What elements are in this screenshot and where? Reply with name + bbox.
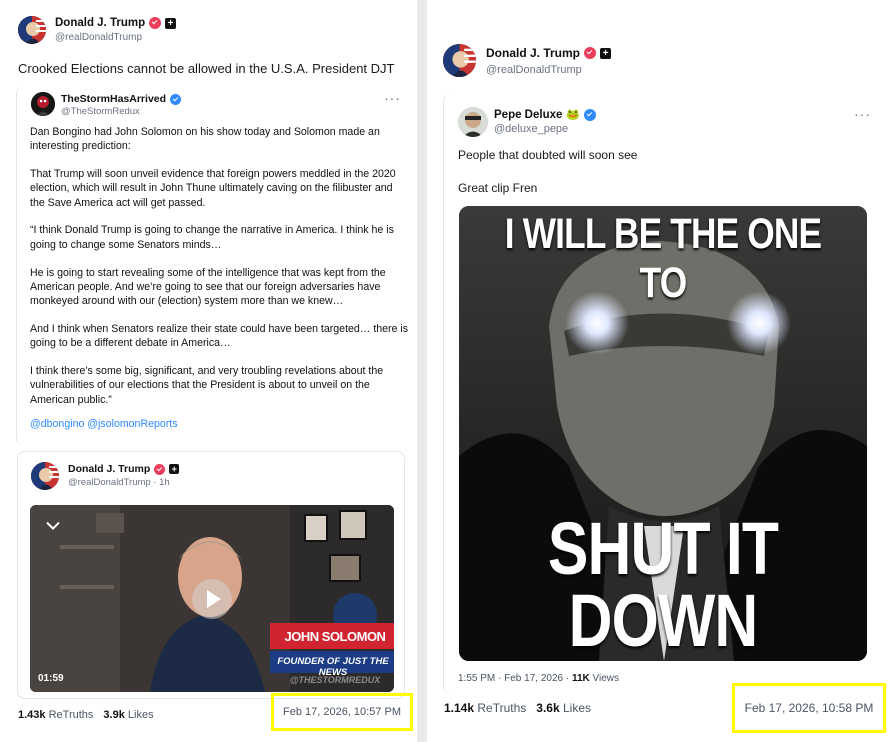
quoted-meta: 1:55 PM · Feb 17, 2026 · 11K Views (458, 673, 619, 684)
post-timestamp-highlighted[interactable]: Feb 17, 2026, 10:57 PM (271, 693, 413, 731)
embedded-author-handle: @realDonaldTrump · 1h (68, 477, 170, 488)
embedded-author-avatar[interactable] (31, 462, 59, 490)
quoted-author-name[interactable]: Pepe Deluxe (494, 109, 562, 121)
author-name[interactable]: Donald J. Trump (55, 17, 145, 29)
verified-badge-icon (154, 463, 166, 475)
quoted-paragraph: That Trump will soon unveil evidence tha… (30, 168, 396, 209)
quoted-author-handle: @TheStormRedux (61, 106, 140, 117)
retruths-label: ReTruths (48, 709, 94, 721)
quoted-author-avatar[interactable] (31, 92, 55, 116)
retruths-count: 1.14k (444, 701, 475, 715)
author-name[interactable]: Donald J. Trump (486, 46, 580, 60)
author-avatar[interactable] (443, 44, 476, 77)
likes-count: 3.9k (103, 709, 125, 721)
retruths-stat[interactable]: 1.43k ReTruths (18, 709, 93, 721)
plus-badge-icon: + (169, 464, 180, 474)
likes-stat[interactable]: 3.6k Likes (536, 701, 591, 715)
post-stats: 1.14k ReTruths 3.6k Likes (444, 701, 591, 715)
post-timestamp-highlighted[interactable]: Feb 17, 2026, 10:58 PM (732, 683, 886, 733)
verified-badge-icon (170, 93, 182, 105)
quoted-meta-views-label: Views (589, 673, 620, 684)
chevron-down-icon[interactable] (44, 519, 72, 539)
video-name-tag: JOHN SOLOMON (284, 629, 386, 644)
play-icon[interactable] (192, 579, 232, 619)
quoted-paragraph: He is going to start revealing some of t… (30, 266, 386, 308)
quoted-paragraph: Dan Bongino had John Solomon on his show… (30, 126, 380, 153)
quoted-author-avatar[interactable] (458, 107, 488, 137)
author-avatar[interactable] (18, 16, 46, 44)
post-stats: 1.43k ReTruths 3.9k Likes (18, 709, 154, 721)
retruths-stat[interactable]: 1.14k ReTruths (444, 701, 526, 715)
embedded-post-card[interactable]: Donald J. Trump + @realDonaldTrump · 1h (17, 451, 405, 699)
author-name-row: Donald J. Trump + (55, 17, 177, 29)
quoted-author-name[interactable]: TheStormHasArrived (61, 93, 166, 105)
embedded-author-name[interactable]: Donald J. Trump (68, 463, 150, 475)
retruths-label: ReTruths (477, 701, 527, 715)
frog-emoji-icon: 🐸 (566, 109, 581, 121)
quoted-paragraph: “I think Donald Trump is going to change… (30, 224, 394, 251)
verified-badge-icon (584, 47, 597, 59)
quoted-meta-time: 1:55 PM · Feb 17, 2026 · (458, 673, 572, 684)
verified-badge-icon (584, 108, 597, 121)
quoted-meta-views: 11K (571, 673, 590, 684)
video-watermark: @THESTORMREDUX (289, 675, 381, 685)
retruths-count: 1.43k (18, 709, 46, 721)
right-post-card: Donald J. Trump + @realDonaldTrump Pepe … (427, 0, 892, 742)
quoted-post-card[interactable]: TheStormHasArrived @TheStormRedux ··· Da… (16, 86, 415, 446)
meme-bottom-text-2: DOWN (568, 579, 759, 661)
quoted-text-line2: Great clip Fren (458, 181, 538, 195)
quoted-paragraph: I think there’s some big, significant, a… (30, 365, 384, 406)
meme-top-text: I WILL BE THE ONE TO (504, 210, 822, 307)
meme-image[interactable]: I WILL BE THE ONE TO SHUT IT DOWN (459, 206, 867, 661)
author-handle: @realDonaldTrump (55, 32, 143, 43)
quoted-post-body: Dan Bongino had John Solomon on his show… (30, 125, 410, 430)
mentions-links[interactable]: @dbongino @jsolomonReports (30, 418, 410, 430)
quoted-post-card[interactable]: Pepe Deluxe 🐸 @deluxe_pepe ··· People th… (443, 94, 881, 694)
post-text: Crooked Elections cannot be allowed in t… (18, 61, 395, 76)
author-name-row: Donald J. Trump + (486, 46, 612, 60)
likes-label: Likes (562, 701, 591, 715)
left-post-card: Donald J. Trump + @realDonaldTrump Crook… (0, 0, 417, 742)
embedded-name-row: Donald J. Trump + (68, 463, 180, 475)
more-options-icon[interactable]: ··· (384, 90, 401, 106)
quoted-paragraph: And I think when Senators realize their … (30, 322, 409, 350)
plus-badge-icon: + (165, 17, 177, 29)
plus-badge-icon: + (600, 47, 612, 59)
verified-badge-icon (149, 17, 162, 29)
video-player[interactable]: JOHN SOLOMON FOUNDER OF JUST THE NEWS @T… (30, 505, 394, 692)
more-options-icon[interactable]: ··· (854, 106, 871, 122)
likes-stat[interactable]: 3.9k Likes (103, 709, 153, 721)
quoted-name-row: TheStormHasArrived (61, 93, 182, 105)
likes-label: Likes (127, 709, 154, 721)
quoted-author-handle: @deluxe_pepe (494, 123, 569, 135)
quoted-name-row: Pepe Deluxe 🐸 (494, 108, 597, 121)
video-duration: 01:59 (38, 673, 64, 684)
quoted-text-line1: People that doubted will soon see (458, 148, 638, 162)
likes-count: 3.6k (536, 701, 560, 715)
author-handle: @realDonaldTrump (486, 64, 582, 76)
